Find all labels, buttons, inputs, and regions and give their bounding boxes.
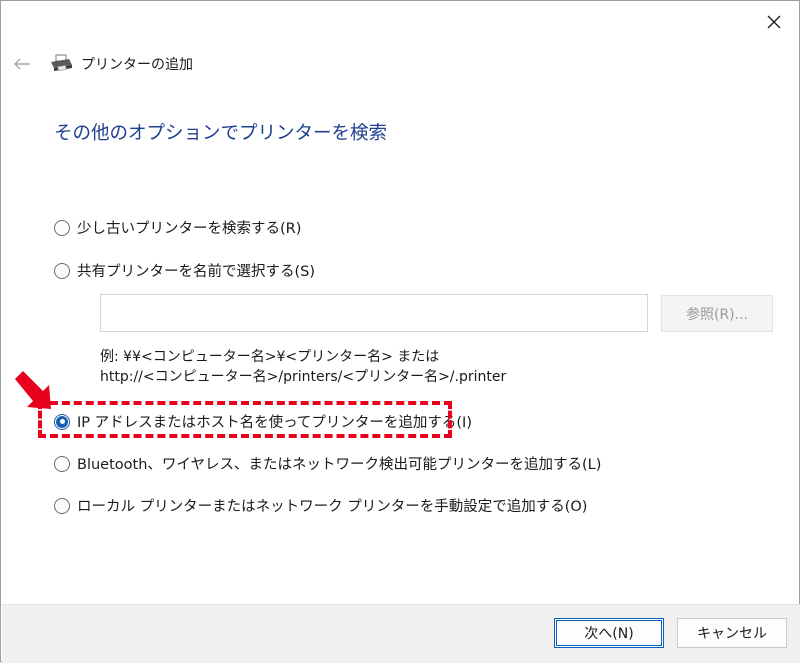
radio-find-older-printer[interactable]: [54, 219, 70, 236]
example-line-2: http://<コンピューター名>/printers/<プリンター名>/.pri…: [100, 369, 507, 385]
printer-icon: [51, 54, 72, 71]
close-button[interactable]: [761, 9, 787, 35]
option-find-older-printer[interactable]: 少し古いプリンターを検索する(R): [54, 217, 301, 238]
example-line-1: 例: ¥¥<コンピューター名>¥<プリンター名> または: [100, 349, 440, 365]
option-label: ローカル プリンターまたはネットワーク プリンターを手動設定で追加する(O): [77, 499, 588, 515]
example-hint: 例: ¥¥<コンピューター名>¥<プリンター名> または http://<コンピ…: [100, 347, 506, 387]
option-add-bluetooth-wireless[interactable]: Bluetooth、ワイヤレス、またはネットワーク検出可能プリンターを追加する(…: [54, 453, 601, 474]
radio-add-bluetooth-wireless[interactable]: [54, 455, 70, 472]
highlight-annotation-box: [38, 401, 452, 438]
browse-button[interactable]: 参照(R)...: [661, 295, 773, 332]
option-label: Bluetooth、ワイヤレス、またはネットワーク検出可能プリンターを追加する(…: [77, 457, 602, 473]
option-label: 少し古いプリンターを検索する(R): [77, 221, 302, 237]
close-icon: [767, 15, 781, 29]
radio-select-shared-printer[interactable]: [54, 262, 70, 279]
option-select-shared-printer[interactable]: 共有プリンターを名前で選択する(S): [54, 260, 315, 281]
back-button[interactable]: [9, 51, 35, 77]
option-add-local-manual[interactable]: ローカル プリンターまたはネットワーク プリンターを手動設定で追加する(O): [54, 495, 587, 516]
page-heading: その他のオプションでプリンターを検索: [54, 123, 388, 144]
radio-add-local-manual[interactable]: [54, 497, 70, 514]
next-button[interactable]: 次へ(N): [554, 618, 664, 648]
window-title-row: プリンターの追加: [49, 53, 193, 75]
cancel-button[interactable]: キャンセル: [677, 618, 787, 648]
back-arrow-icon: [14, 58, 30, 70]
add-printer-window: プリンターの追加 その他のオプションでプリンターを検索 少し古いプリンターを検索…: [0, 0, 800, 663]
red-arrow-icon: [15, 371, 51, 409]
option-label: 共有プリンターを名前で選択する(S): [77, 264, 316, 280]
shared-printer-name-input[interactable]: [100, 294, 648, 332]
window-title: プリンターの追加: [81, 57, 193, 73]
